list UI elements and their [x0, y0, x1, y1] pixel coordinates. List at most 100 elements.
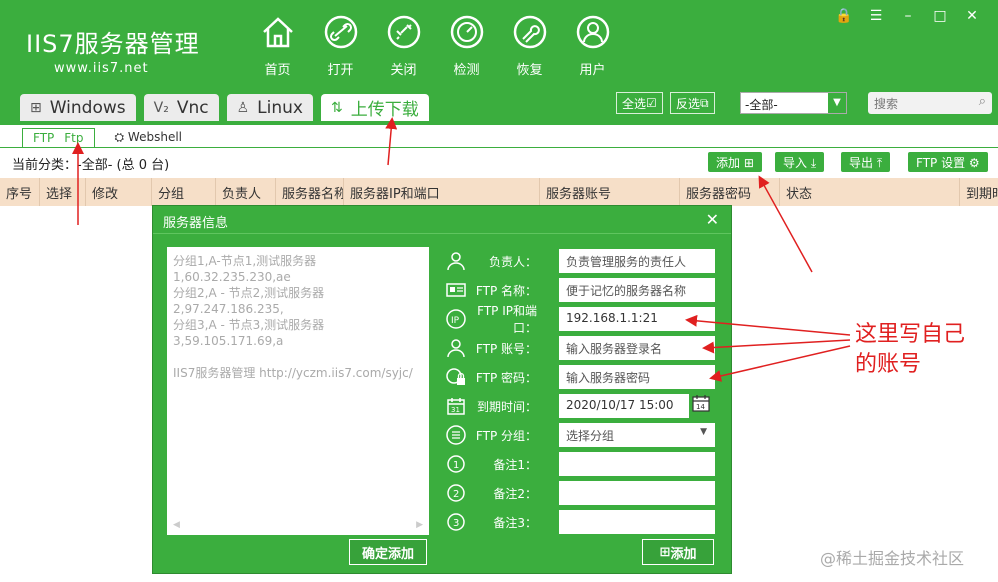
textarea-line	[173, 349, 423, 365]
batch-import-textarea[interactable]: 分组1,A-节点1,测试服务器1,60.32.235.230,ae 分组2,A …	[167, 247, 429, 535]
tab-linux[interactable]: ♙ Linux	[226, 94, 313, 121]
os-tabs: ⊞ Windows V₂ Vnc ♙ Linux ⇅ 上传下载	[20, 94, 429, 121]
calendar-picker-icon[interactable]: 14	[691, 393, 711, 413]
svg-text:IP: IP	[451, 316, 460, 326]
column-header[interactable]: 选择	[40, 178, 86, 206]
subtab-ftp[interactable]: FTP Ftp	[22, 127, 95, 147]
account-icon	[447, 339, 465, 358]
column-header[interactable]: 序号	[0, 178, 40, 206]
field-label: 负责人：	[488, 254, 537, 269]
tab-windows[interactable]: ⊞ Windows	[20, 94, 136, 121]
gauge-icon	[450, 15, 483, 49]
group-select[interactable]: 选择分组 ▼	[559, 423, 715, 447]
brand-name: IIS7服务器管理	[26, 30, 200, 58]
tab-vnc[interactable]: V₂ Vnc	[143, 94, 219, 121]
field-label: FTP IP和端口：	[477, 304, 537, 335]
chevron-down-icon: ▼	[828, 93, 846, 113]
server-info-dialog: 服务器信息 ✕ 分组1,A-节点1,测试服务器1,60.32.235.230,a…	[152, 205, 732, 574]
menu-icon[interactable]: ☰	[866, 8, 886, 24]
textarea-line: 分组3,A - 节点3,测试服务器3,59.105.171.69,a	[173, 318, 325, 348]
nav-label: 恢复	[516, 63, 543, 78]
column-header[interactable]: 服务器密码	[680, 178, 780, 206]
home-icon	[262, 17, 293, 48]
tab-upload-download[interactable]: ⇅ 上传下载	[320, 94, 429, 121]
lock-icon[interactable]: 🔒	[834, 8, 854, 24]
column-header[interactable]: 服务器账号	[540, 178, 680, 206]
nav-restore[interactable]: 恢复	[498, 14, 561, 78]
logo: IIS7服务器管理 www.iis7.net	[26, 24, 200, 76]
select-all-button[interactable]: 全选 ☑	[616, 92, 663, 114]
ftp-settings-button[interactable]: FTP 设置 ⚙	[908, 152, 988, 172]
field-row-password: FTP 密码：	[445, 365, 537, 389]
current-category: 当前分类：-全部- (总 0 台)	[12, 158, 170, 173]
account-field[interactable]: 输入服务器登录名	[559, 336, 715, 360]
textarea-line: IIS7服务器管理 http://yczm.iis7.com/syjc/	[173, 366, 413, 380]
export-button[interactable]: 导出 ⤒	[841, 152, 891, 172]
nav-open[interactable]: 打开	[309, 14, 372, 78]
svg-text:3: 3	[453, 518, 459, 529]
nav-detect[interactable]: 检测	[435, 14, 498, 78]
field-row-group: FTP 分组：	[445, 423, 537, 447]
scroll-right-icon[interactable]: ▶	[416, 517, 423, 533]
svg-text:14: 14	[696, 403, 705, 411]
column-header[interactable]: 状态	[780, 178, 960, 206]
field-label: 备注1：	[493, 457, 537, 472]
ip-port-field[interactable]: 192.168.1.1:21	[559, 307, 715, 331]
maximize-icon[interactable]: □	[930, 8, 950, 24]
field-row-owner: 负责人：	[445, 249, 537, 273]
add-button[interactable]: ⊞ 添加	[642, 539, 714, 565]
tab-label: Vnc	[176, 97, 209, 118]
expiry-date-field[interactable]: 2020/10/17 15:00	[559, 394, 689, 418]
ip-icon: IP	[446, 309, 466, 329]
category-select[interactable]: -全部- ▼	[740, 92, 847, 114]
field-label: 备注2：	[493, 486, 537, 501]
nav-close[interactable]: 关闭	[372, 14, 435, 78]
owner-field[interactable]: 负责管理服务的责任人	[559, 249, 715, 273]
subtab-label: Ftp	[64, 130, 84, 145]
import-button[interactable]: 导入 ⤓	[775, 152, 825, 172]
invert-select-button[interactable]: 反选 ⧉	[670, 92, 715, 114]
subtab-webshell[interactable]: ⛭ Webshell	[115, 130, 183, 145]
close-icon[interactable]: ✕	[962, 8, 982, 24]
table-header: 序号 选择 修改 分组 负责人 服务器名称 服务器IP和端口 服务器账号 服务器…	[0, 178, 998, 206]
wrench-icon	[513, 15, 546, 49]
horizontal-scrollbar[interactable]: ◀ ▶	[173, 517, 423, 533]
field-label: FTP 密码：	[475, 370, 537, 385]
add-button[interactable]: 添加 ⊞	[708, 152, 762, 172]
scroll-left-icon[interactable]: ◀	[173, 517, 180, 533]
close-icon[interactable]: ✕	[706, 210, 719, 229]
webshell-icon: ⛭	[114, 129, 128, 144]
note3-field[interactable]	[559, 510, 715, 534]
column-header[interactable]: 服务器名称	[276, 178, 344, 206]
svg-text:31: 31	[451, 406, 460, 414]
field-label: 到期时间：	[476, 399, 537, 414]
nav-home[interactable]: 首页	[246, 14, 309, 78]
group-select-value: 选择分组	[566, 429, 615, 443]
column-header[interactable]: 服务器IP和端口	[344, 178, 540, 206]
ftp-name-field[interactable]: 便于记忆的服务器名称	[559, 278, 715, 302]
search-icon: ⌕	[978, 94, 986, 109]
confirm-add-button[interactable]: 确定添加	[349, 539, 427, 565]
search-placeholder: 搜索	[874, 97, 899, 111]
column-header[interactable]: 分组	[152, 178, 216, 206]
plus-icon: ⊞	[743, 156, 754, 170]
password-field[interactable]: 输入服务器密码	[559, 365, 715, 389]
field-row-note2: 2 备注2：	[445, 481, 537, 505]
search-input[interactable]: 搜索 ⌕	[868, 92, 992, 114]
nav-user[interactable]: 用户	[561, 14, 624, 78]
minimize-icon[interactable]: –	[898, 8, 918, 24]
windows-icon: ⊞	[30, 99, 42, 116]
plus-icon: ⊞	[659, 544, 671, 560]
button-label: 添加	[670, 546, 697, 562]
note1-field[interactable]	[559, 452, 715, 476]
column-header[interactable]: 到期时	[960, 178, 998, 206]
annotation-line: 的账号	[855, 352, 922, 377]
number-3-icon: 3	[447, 513, 465, 531]
annotation-line: 这里写自己	[855, 322, 966, 347]
nav-label: 首页	[264, 63, 291, 78]
note2-field[interactable]	[559, 481, 715, 505]
upload-icon: ⤒	[876, 156, 883, 170]
column-header[interactable]: 负责人	[216, 178, 276, 206]
column-header[interactable]: 修改	[86, 178, 152, 206]
main-nav: 首页 打开 关闭 检测 恢复 用户	[246, 14, 624, 78]
